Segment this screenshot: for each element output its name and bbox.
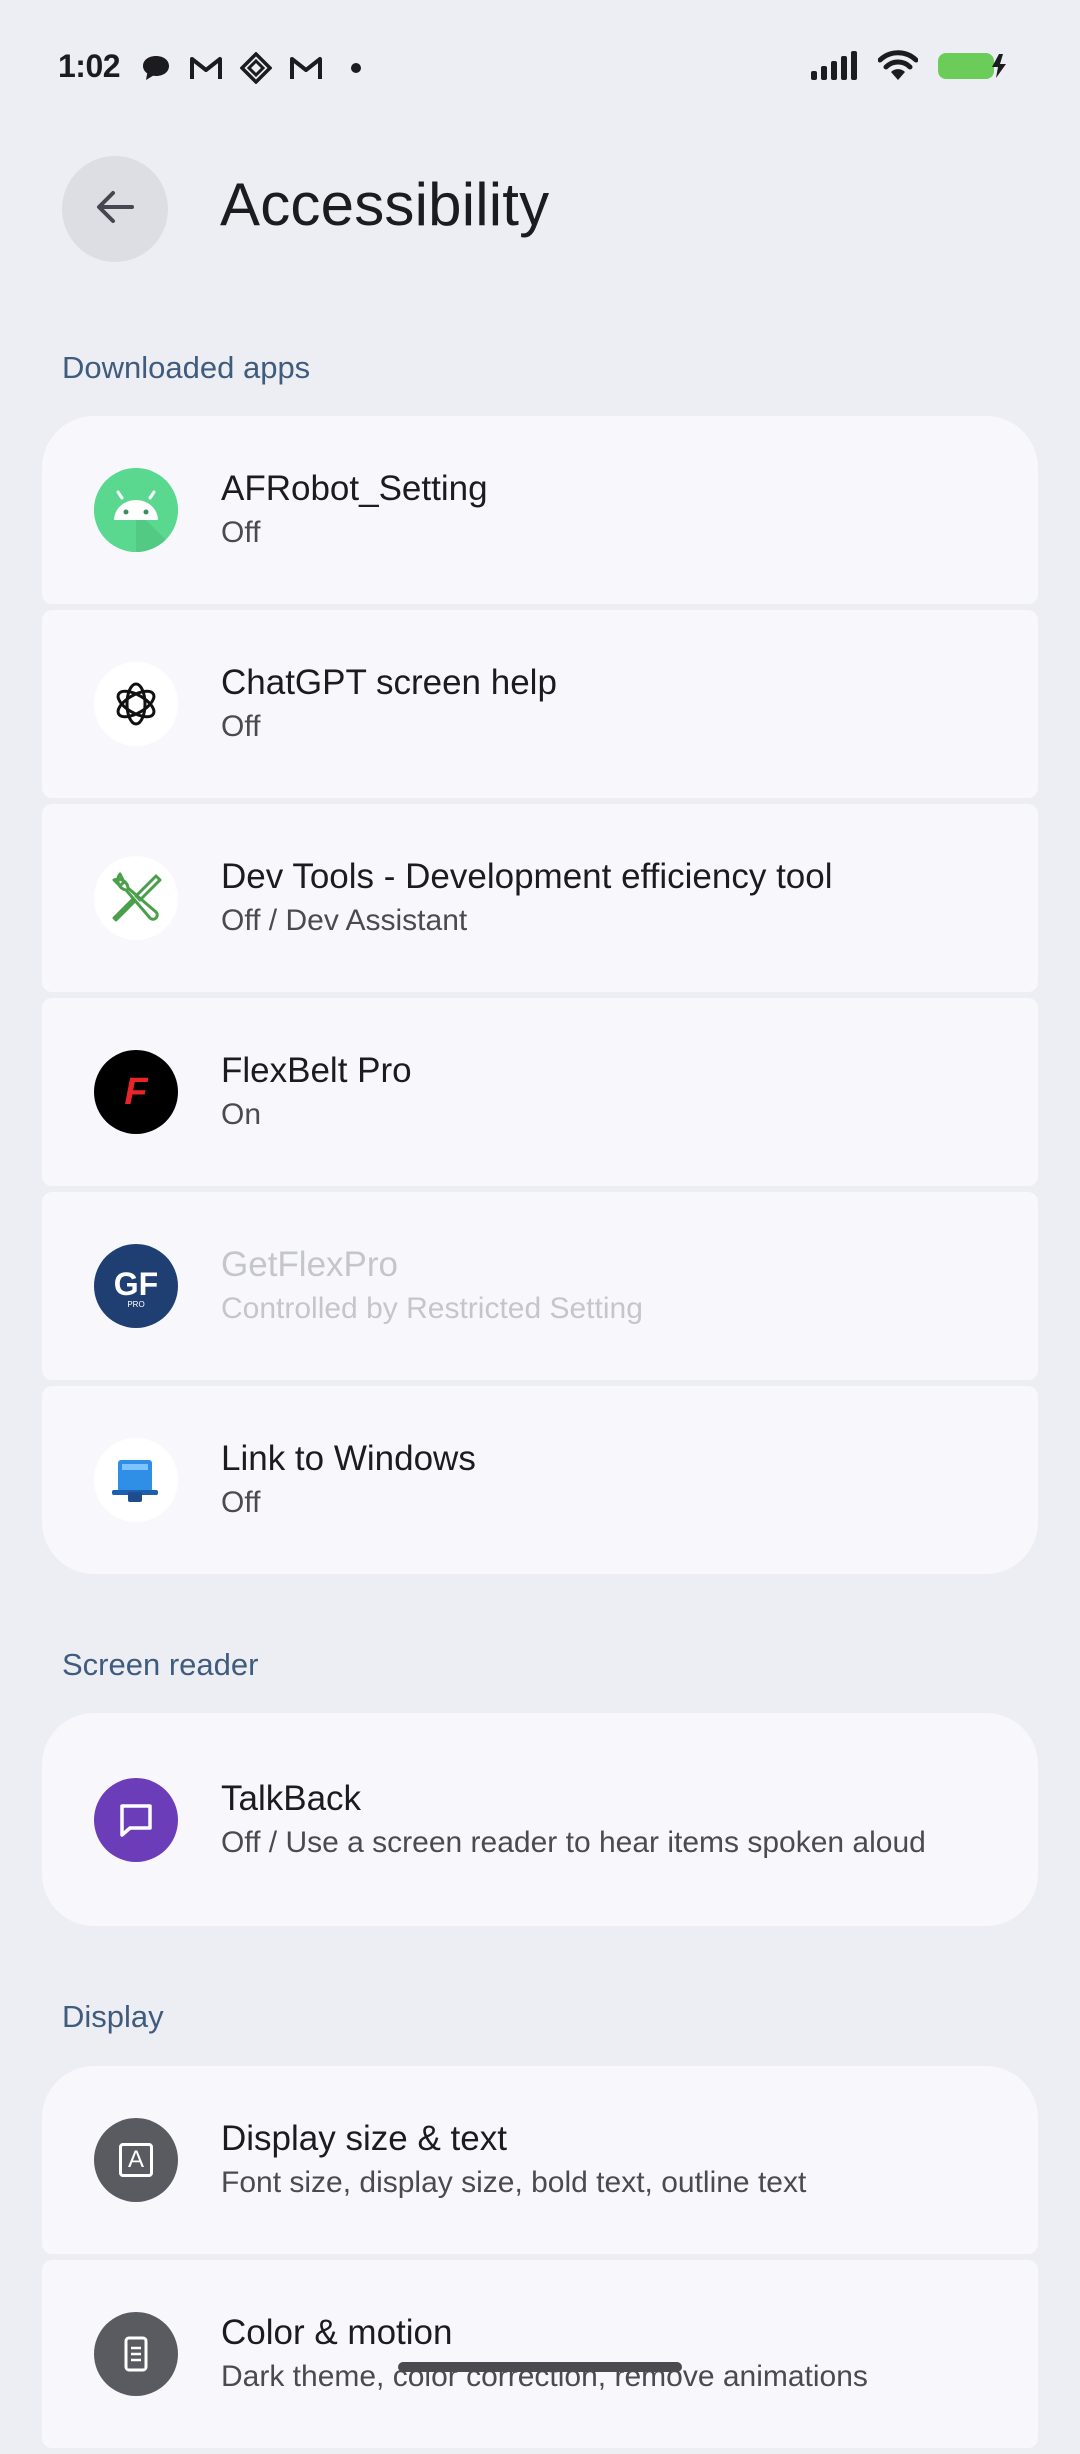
gesture-nav-handle[interactable]	[398, 2362, 682, 2372]
battery-charging-icon	[936, 50, 1008, 87]
icon-letter: GF	[113, 1266, 159, 1302]
back-button[interactable]	[62, 156, 168, 262]
item-status: Off	[221, 516, 261, 549]
chat-bubble-icon	[138, 52, 174, 84]
dot-icon	[338, 52, 374, 84]
list-item-talkback[interactable]: TalkBack Off / Use a screen reader to he…	[42, 1713, 1038, 1926]
system-icons	[810, 50, 1008, 87]
arrow-back-icon	[92, 184, 138, 235]
gmail-icon	[288, 52, 324, 84]
list-item-afrobot-setting[interactable]: AFRobot_Setting Off	[42, 416, 1038, 604]
notification-icons	[138, 52, 374, 84]
link-to-windows-icon	[94, 1438, 178, 1522]
flexbelt-icon: F	[94, 1050, 178, 1134]
display-list: A Display size & text Font size, display…	[42, 2066, 1038, 2454]
list-item-getflexpro[interactable]: GF PRO GetFlexPro Controlled by Restrict…	[42, 1192, 1038, 1380]
item-title: TalkBack	[221, 1778, 362, 1818]
item-status: On	[221, 1098, 262, 1131]
status-bar: 1:02	[0, 0, 1080, 136]
chatgpt-icon	[94, 662, 178, 746]
item-title: FlexBelt Pro	[221, 1051, 412, 1090]
signal-icon	[810, 51, 860, 86]
wrench-screwdriver-icon	[94, 856, 178, 940]
item-status: Off	[221, 710, 261, 743]
list-item-link-to-windows[interactable]: Link to Windows Off	[42, 1386, 1038, 1574]
getflexpro-icon: GF PRO	[94, 1244, 178, 1328]
list-item-chatgpt-screen-help[interactable]: ChatGPT screen help Off	[42, 610, 1038, 798]
display-size-icon: A	[94, 2118, 178, 2202]
item-title: Color & motion	[221, 2313, 453, 2352]
item-title: GetFlexPro	[221, 1245, 398, 1284]
section-header-downloaded-apps: Downloaded apps	[62, 350, 311, 385]
talkback-icon	[94, 1777, 178, 1862]
item-status: Controlled by Restricted Setting	[221, 1292, 643, 1325]
list-item-color-motion[interactable]: Color & motion Dark theme, color correct…	[42, 2260, 1038, 2448]
item-title: Link to Windows	[221, 1439, 476, 1478]
item-status: Off	[221, 1486, 261, 1519]
item-title: Dev Tools - Development efficiency tool	[221, 857, 833, 896]
icon-letter: F	[124, 1070, 148, 1113]
gmail-icon	[188, 52, 224, 84]
icon-sub-label: PRO	[127, 1300, 145, 1309]
item-title: Display size & text	[221, 2119, 507, 2158]
downloaded-apps-list: AFRobot_Setting Off ChatGPT screen help …	[42, 416, 1038, 1574]
list-item-display-size-text[interactable]: A Display size & text Font size, display…	[42, 2066, 1038, 2254]
wifi-icon	[877, 50, 919, 87]
item-title: ChatGPT screen help	[221, 663, 557, 702]
color-motion-icon	[94, 2312, 178, 2396]
item-status: Off / Dev Assistant	[221, 904, 468, 937]
screen-reader-list: TalkBack Off / Use a screen reader to he…	[42, 1713, 1038, 1926]
section-header-display: Display	[62, 1999, 164, 2034]
list-item-dev-tools[interactable]: Dev Tools - Development efficiency tool …	[42, 804, 1038, 992]
item-status: Font size, display size, bold text, outl…	[221, 2166, 807, 2199]
list-item-flexbelt-pro[interactable]: F FlexBelt Pro On	[42, 998, 1038, 1186]
item-status: Off / Use a screen reader to hear items …	[221, 1825, 926, 1859]
android-icon	[94, 468, 178, 552]
icon-letter: A	[127, 2146, 144, 2173]
status-time: 1:02	[58, 48, 121, 84]
section-header-screen-reader: Screen reader	[62, 1647, 259, 1682]
page-title: Accessibility	[220, 171, 550, 238]
diamond-app-icon	[238, 52, 274, 84]
item-title: AFRobot_Setting	[221, 469, 488, 508]
